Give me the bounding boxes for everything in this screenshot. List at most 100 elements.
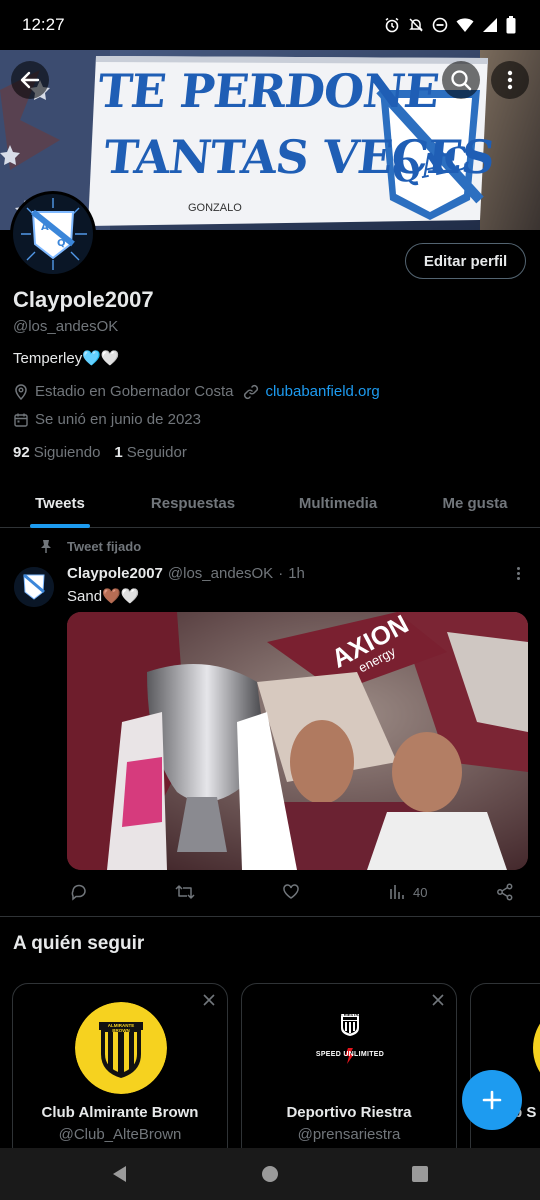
status-time: 12:27 — [22, 15, 65, 34]
avatar-letter-a: A — [41, 222, 49, 233]
follow-card-handle: @prensariestra — [297, 1126, 401, 1143]
tweet-time: 1h — [288, 565, 305, 582]
banner-text-line1: TE PERDONE — [95, 64, 442, 118]
follow-card-handle: @Club_AlteBrown — [58, 1126, 182, 1143]
link-icon — [243, 384, 259, 400]
riestra-logo-text: SPEED UNLIMITED — [315, 1051, 385, 1058]
search-icon — [451, 70, 472, 91]
follow-card-deportivo-riestra[interactable]: D. RIESTRA SPEED UNLIMITED Deportivo Rie… — [241, 983, 457, 1163]
pinned-label: Tweet fijado — [67, 538, 142, 554]
profile-name: Claypole2007 — [13, 287, 154, 312]
tab-respuestas-label: Respuestas — [150, 494, 236, 512]
tweet-more-button[interactable] — [510, 563, 526, 583]
retweet-button[interactable] — [175, 880, 195, 904]
tweet-separator: · — [278, 565, 284, 582]
profile-bio: Temperley🩵🤍 — [13, 350, 120, 367]
search-button[interactable] — [442, 61, 480, 99]
follow-card-name: Club Almirante Brown — [41, 1104, 199, 1121]
tab-tweets[interactable]: Tweets — [0, 478, 120, 528]
tweet-author-name[interactable]: Claypole2007 — [67, 565, 163, 582]
profile-joined-row: Se unió en junio de 2023 — [13, 411, 201, 428]
profile-avatar[interactable]: A Q — [10, 191, 96, 277]
tab-multimedia[interactable]: Multimedia — [266, 478, 410, 528]
system-nav-bar — [0, 1148, 540, 1200]
dismiss-icon[interactable] — [430, 992, 446, 1008]
trophy-photo — [67, 612, 528, 870]
almirante-brown-logo: ALMIRANTE BROWN — [75, 1002, 167, 1094]
back-nav-icon[interactable] — [110, 1164, 128, 1184]
battery-icon — [506, 16, 516, 34]
tab-tweets-label: Tweets — [35, 494, 85, 512]
reply-button[interactable] — [70, 880, 88, 904]
profile-joined: Se unió en junio de 2023 — [35, 411, 201, 428]
views-count: 40 — [413, 884, 428, 900]
more-dot-icon — [516, 571, 520, 575]
follow-stats: 92 Siguiendo 1 Seguidor — [13, 444, 187, 461]
followers-link[interactable]: 1 Seguidor — [114, 444, 186, 461]
share-icon — [497, 883, 513, 901]
alarm-icon — [385, 17, 399, 33]
tab-me-gusta-label: Me gusta — [442, 494, 508, 512]
tab-me-gusta[interactable]: Me gusta — [410, 478, 540, 528]
partial-card-logo — [533, 1002, 540, 1094]
heart-icon — [283, 884, 299, 899]
reply-icon — [71, 884, 86, 901]
profile-website-link[interactable]: clubabanfield.org — [265, 383, 379, 400]
more-options-button[interactable] — [491, 61, 529, 99]
followers-label: Seguidor — [126, 444, 187, 461]
following-link[interactable]: 92 Siguiendo — [13, 444, 100, 461]
home-nav-icon[interactable] — [260, 1164, 280, 1184]
tweet-media-image[interactable]: AXION energy — [67, 612, 528, 870]
location-icon — [13, 383, 29, 400]
profile-tabs: Tweets Respuestas Multimedia Me gusta — [0, 478, 540, 528]
more-vertical-icon — [507, 70, 513, 90]
dismiss-icon[interactable] — [201, 992, 217, 1008]
arrow-left-icon — [20, 71, 40, 89]
tweet-header: Claypole2007 @los_andesOK · 1h — [67, 565, 305, 582]
do-not-disturb-icon — [432, 17, 448, 33]
tweet-author-avatar[interactable] — [14, 567, 54, 607]
bell-off-icon — [409, 18, 423, 32]
follow-card-name: Deportivo Riestra — [286, 1104, 412, 1121]
edit-profile-button[interactable]: Editar perfil — [405, 243, 526, 279]
bar-chart-icon — [390, 885, 404, 899]
follow-card-almirante-brown[interactable]: ALMIRANTE BROWN Club Almirante Brown @Cl… — [12, 983, 228, 1163]
club-shield-logo: A Q — [13, 194, 93, 274]
tweet-author-handle: @los_andesOK — [167, 565, 274, 582]
profile-meta-row: Estadio en Gobernador Costa clubabanfiel… — [13, 383, 380, 400]
tweet-actions: 40 — [67, 880, 523, 904]
like-button[interactable] — [282, 880, 300, 904]
views-button[interactable]: 40 — [389, 880, 427, 904]
tweet-text: Sand🤎🤍 — [67, 588, 140, 605]
tweet-avatar-shield — [14, 567, 54, 607]
retweet-icon — [175, 885, 195, 899]
avatar-letter-q: Q — [57, 238, 66, 249]
status-bar: 12:27 — [0, 0, 540, 50]
profile-handle: @los_andesOK — [13, 318, 119, 335]
more-dot-icon — [516, 576, 520, 580]
compose-tweet-button[interactable] — [462, 1070, 522, 1130]
pinned-indicator: Tweet fijado — [38, 538, 141, 554]
following-label: Siguiendo — [33, 444, 101, 461]
section-divider — [0, 916, 540, 917]
plus-icon — [482, 1090, 502, 1110]
signal-icon — [483, 18, 497, 32]
banner-small-text: GONZALO — [188, 202, 242, 214]
status-icons — [384, 16, 516, 34]
tab-multimedia-label: Multimedia — [298, 494, 378, 512]
wifi-icon — [456, 18, 474, 32]
share-button[interactable] — [496, 880, 514, 904]
tab-respuestas[interactable]: Respuestas — [120, 478, 266, 528]
following-count: 92 — [13, 444, 30, 461]
back-button[interactable] — [11, 61, 49, 99]
pin-icon — [41, 540, 51, 553]
riestra-logo-subtext: D. RIESTRA — [338, 1012, 362, 1017]
followers-count: 1 — [114, 444, 123, 461]
recents-nav-icon[interactable] — [411, 1165, 429, 1183]
calendar-icon — [13, 412, 29, 428]
profile-location: Estadio en Gobernador Costa — [35, 383, 234, 400]
who-to-follow-title: A quién seguir — [13, 933, 145, 954]
deportivo-riestra-logo: D. RIESTRA SPEED UNLIMITED — [304, 1002, 396, 1094]
almirante-brown-logo-text: ALMIRANTE BROWN — [107, 1023, 135, 1033]
more-dot-icon — [516, 566, 520, 570]
